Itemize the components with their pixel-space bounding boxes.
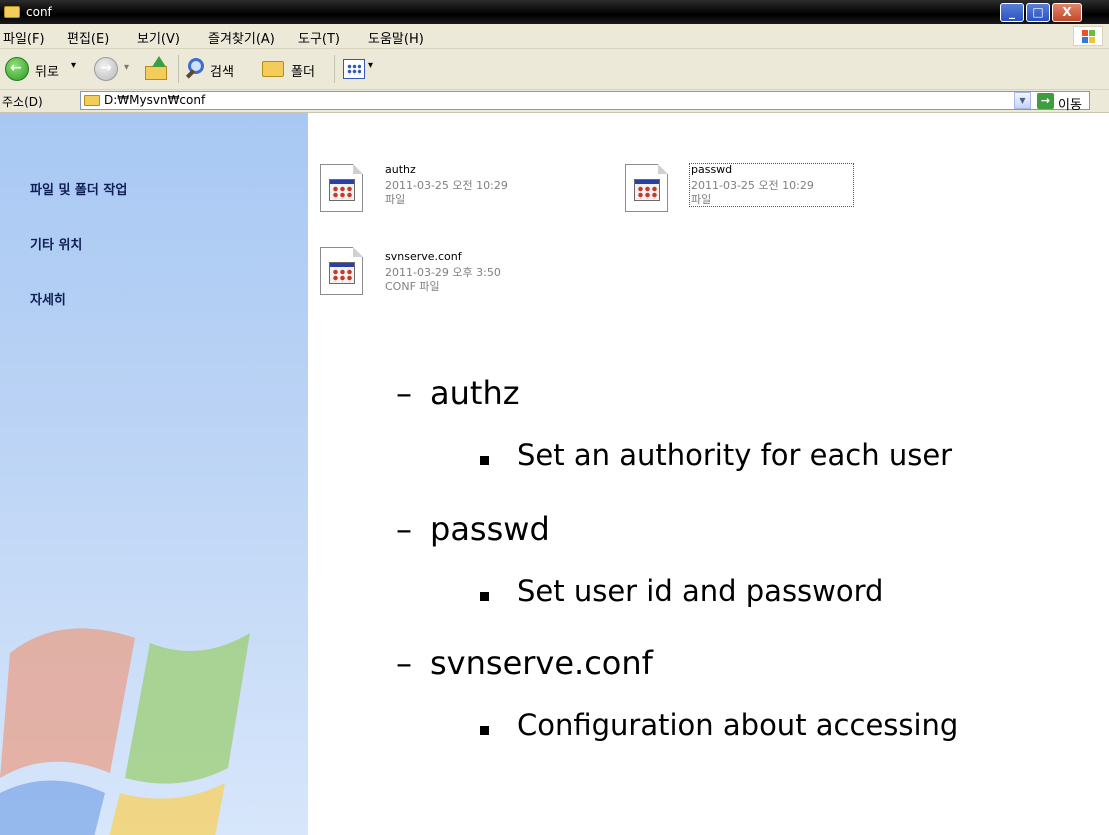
menu-edit[interactable]: 편집(E) (67, 28, 109, 47)
folders-button[interactable]: 폴더 (259, 53, 325, 85)
file-item-svnserve-conf[interactable]: svnserve.conf 2011-03-29 오후 3:50 CONF 파일 (320, 243, 560, 303)
file-name: svnserve.conf (385, 250, 462, 263)
file-icon (320, 164, 363, 212)
windows-logo-icon (1073, 26, 1103, 46)
bullet-detail: Set an authority for each user (517, 438, 953, 472)
forward-dropdown-icon[interactable]: ▾ (124, 62, 129, 73)
go-button[interactable]: 이동 (1058, 94, 1082, 113)
file-icon (320, 247, 363, 295)
minimize-button[interactable]: _ (1000, 3, 1024, 22)
menu-favorites[interactable]: 즐겨찾기(A) (208, 28, 275, 47)
file-type: 파일 (691, 193, 712, 206)
toolbar: ← 뒤로 ▾ → ▾ 검색 폴더 ▾ (0, 49, 1109, 90)
views-button[interactable]: ▾ (341, 57, 381, 83)
toolbar-separator (334, 55, 335, 83)
file-name: passwd (691, 163, 733, 176)
forward-icon[interactable]: → (94, 57, 118, 81)
views-icon (343, 59, 365, 79)
window-title: conf (26, 5, 52, 19)
file-icon (625, 164, 668, 212)
search-label: 검색 (210, 65, 234, 80)
folders-icon (262, 61, 284, 77)
bullet-square (480, 456, 489, 465)
windows-logo-watermark (0, 628, 250, 835)
back-label: 뒤로 (35, 65, 59, 80)
close-button[interactable]: X (1052, 3, 1082, 22)
folders-label: 폴더 (291, 65, 315, 80)
task-section-file-folder-tasks[interactable]: 파일 및 폴더 작업 (30, 179, 127, 198)
bullet-square (480, 592, 489, 601)
back-dropdown-icon[interactable]: ▾ (71, 60, 76, 71)
maximize-button[interactable]: □ (1026, 3, 1050, 22)
bullet-detail: Configuration about accessing (517, 708, 959, 742)
task-pane: 파일 및 폴더 작업 기타 위치 자세히 (0, 113, 308, 835)
search-button[interactable]: 검색 (185, 53, 246, 85)
title-bar: conf _ □ X (0, 0, 1109, 24)
address-dropdown-button[interactable]: ▼ (1014, 92, 1031, 109)
file-type: 파일 (385, 193, 406, 206)
address-label: 주소(D) (2, 95, 43, 109)
file-item-authz[interactable]: authz 2011-03-25 오전 10:29 파일 (320, 162, 560, 222)
menu-help[interactable]: 도움말(H) (368, 28, 424, 47)
menu-view[interactable]: 보기(V) (137, 28, 180, 47)
address-value: D:₩Mysvn₩conf (104, 93, 206, 107)
bullet-detail: Set user id and password (517, 574, 884, 608)
folder-icon (4, 6, 20, 18)
task-section-other-places[interactable]: 기타 위치 (30, 234, 82, 253)
task-section-details[interactable]: 자세히 (30, 289, 66, 308)
address-input[interactable]: D:₩Mysvn₩conf (80, 91, 1090, 110)
file-item-passwd[interactable]: passwd 2011-03-25 오전 10:29 파일 (625, 162, 865, 222)
menu-tools[interactable]: 도구(T) (298, 28, 340, 47)
bullet-heading: authz (430, 374, 520, 412)
up-folder-icon[interactable] (143, 56, 169, 82)
bullet-dash: – (396, 374, 412, 412)
folder-icon (84, 95, 100, 106)
menu-bar: 파일(F) 편집(E) 보기(V) 즐겨찾기(A) 도구(T) 도움말(H) (0, 24, 1109, 49)
menu-file[interactable]: 파일(F) (3, 28, 45, 47)
views-dropdown-icon: ▾ (368, 60, 374, 71)
bullet-heading: svnserve.conf (430, 644, 653, 682)
file-type: CONF 파일 (385, 280, 440, 293)
go-arrow-icon[interactable]: → (1037, 93, 1054, 109)
toolbar-separator (178, 55, 179, 83)
back-icon: ← (5, 57, 29, 81)
back-button[interactable]: ← 뒤로 ▾ (2, 53, 88, 85)
file-name: authz (385, 163, 416, 176)
bullet-dash: – (396, 510, 412, 548)
bullet-heading: passwd (430, 510, 550, 548)
bullet-square (480, 726, 489, 735)
bullet-dash: – (396, 644, 412, 682)
address-bar: 주소(D) D:₩Mysvn₩conf (0, 90, 1109, 113)
